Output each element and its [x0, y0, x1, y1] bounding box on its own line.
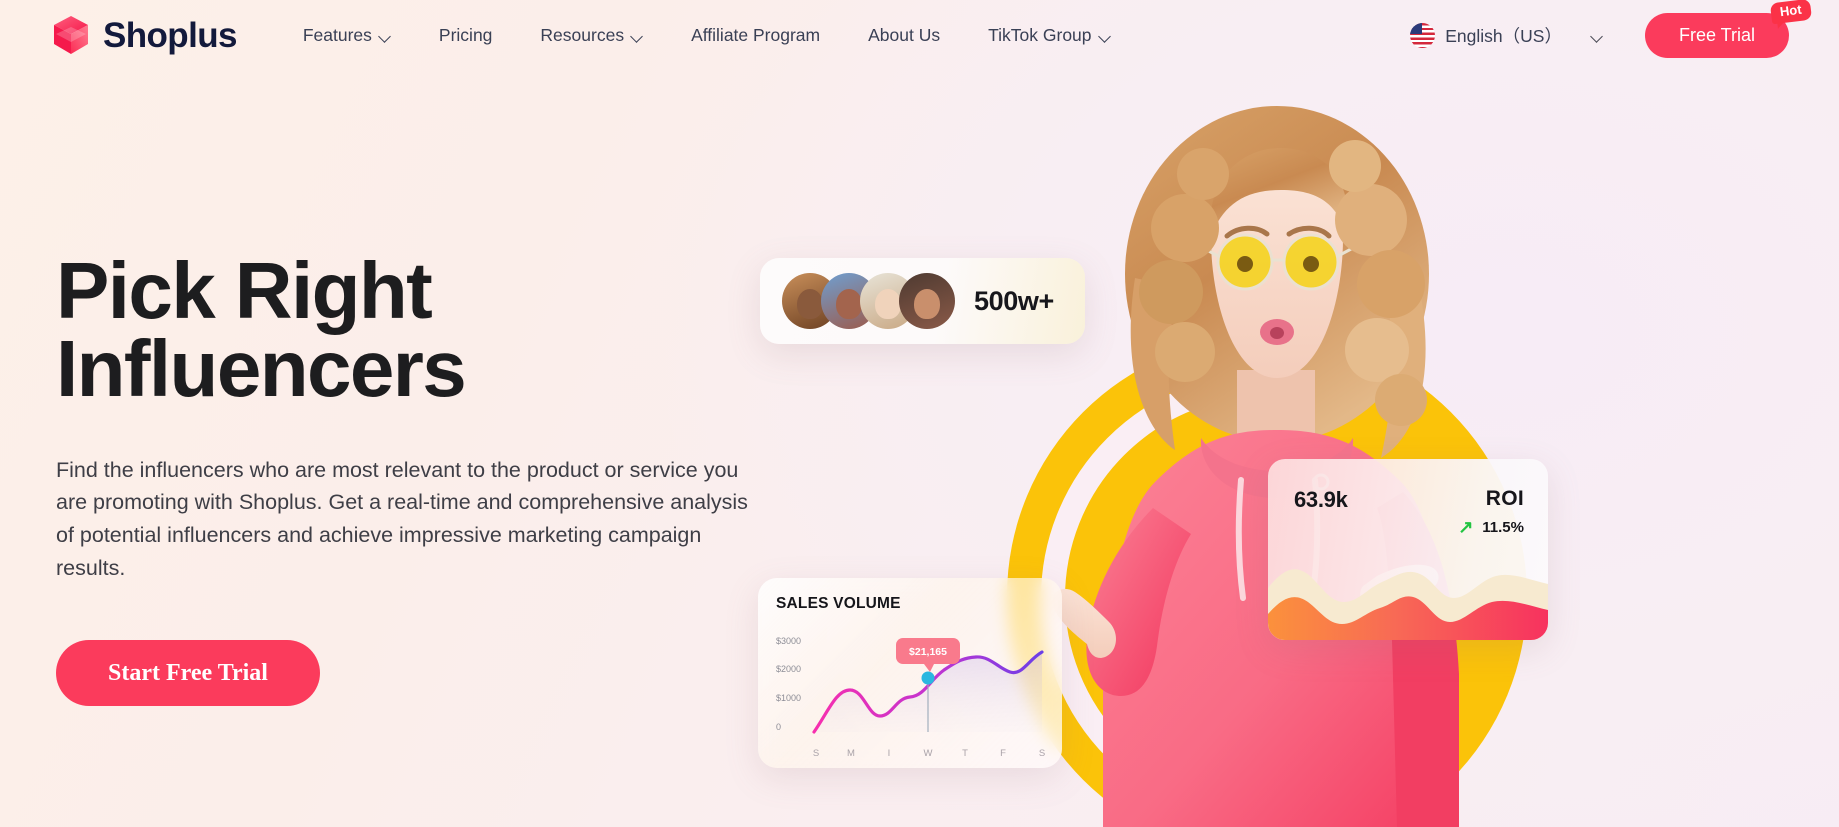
brand-name: Shoplus	[103, 15, 237, 55]
arrow-up-right-icon: ↗	[1458, 517, 1474, 537]
nav-item-affiliate-program[interactable]: Affiliate Program	[691, 25, 820, 46]
x-tick-6: S	[1039, 748, 1045, 759]
chevron-down-icon	[1592, 31, 1603, 42]
hero-visual: 500w+ SALES VOLUME $3000 $2000 $1000 0 $…	[758, 0, 1839, 827]
nav-item-features[interactable]: Features	[303, 25, 391, 46]
avatar	[899, 273, 955, 329]
nav-label: TikTok Group	[988, 24, 1092, 45]
hero-copy: Pick Right Influencers Find the influenc…	[56, 251, 776, 707]
chevron-down-icon	[1100, 31, 1111, 42]
avatars-stat-card: 500w+	[760, 258, 1085, 344]
x-tick-3: W	[924, 748, 933, 759]
x-tick-2: I	[888, 748, 891, 759]
main-nav: Features Pricing Resources Affiliate Pro…	[303, 25, 1111, 46]
chart-tooltip-label: $21,165	[909, 646, 947, 658]
shoplus-logo-icon	[50, 13, 92, 57]
roi-label: ROI	[1485, 487, 1524, 510]
avatar-count-label: 500w+	[974, 285, 1054, 316]
nav-item-pricing[interactable]: Pricing	[439, 25, 493, 46]
site-header: Shoplus Features Pricing Resources Affil…	[0, 0, 1839, 70]
roi-delta-value: 11.5%	[1482, 518, 1524, 536]
avatar-group	[782, 273, 955, 329]
roi-stat-card: 63.9k ROI ↗ 11.5%	[1268, 459, 1548, 640]
nav-item-resources[interactable]: Resources	[540, 25, 643, 46]
nav-label: Pricing	[438, 24, 493, 45]
hot-badge: Hot	[1770, 0, 1813, 25]
headline-line-2: Influencers	[56, 324, 467, 414]
chevron-down-icon	[632, 31, 643, 42]
sales-volume-card: SALES VOLUME $3000 $2000 $1000 0 $21,165…	[758, 578, 1062, 768]
start-free-trial-button[interactable]: Start Free Trial	[56, 640, 320, 707]
y-tick-1000: $1000	[776, 693, 801, 703]
us-flag-icon	[1410, 22, 1436, 48]
y-tick-3000: $3000	[776, 636, 801, 646]
hero-description: Find the influencers who are most releva…	[56, 457, 748, 580]
chart-highlight-dot	[921, 671, 935, 685]
header-actions: English（US） Free Trial Hot	[1410, 0, 1813, 58]
chevron-down-icon	[380, 31, 391, 42]
nav-item-tiktok-group[interactable]: TikTok Group	[988, 25, 1110, 46]
y-tick-0: 0	[776, 722, 781, 732]
nav-item-about-us[interactable]: About Us	[868, 25, 940, 46]
roi-value: 63.9k	[1294, 487, 1348, 512]
sales-volume-chart: $3000 $2000 $1000 0 $21,165 S M I W T F …	[758, 620, 1062, 768]
brand-logo[interactable]: Shoplus	[50, 13, 237, 57]
headline-line-1: Pick Right	[56, 246, 433, 335]
x-tick-0: S	[813, 748, 819, 759]
roi-wave-chart	[1268, 558, 1548, 640]
x-tick-5: F	[1000, 748, 1006, 759]
language-label: English（US）	[1445, 25, 1562, 46]
free-trial-wrap: Free Trial Hot	[1644, 0, 1813, 58]
nav-label: Features	[302, 24, 372, 45]
hero-page: Shoplus Features Pricing Resources Affil…	[0, 0, 1839, 827]
language-selector[interactable]: English（US）	[1410, 22, 1603, 48]
nav-label: Resources	[540, 24, 625, 45]
page-title: Pick Right Influencers	[56, 251, 776, 409]
y-tick-2000: $2000	[776, 664, 801, 674]
x-tick-1: M	[847, 748, 855, 759]
nav-label: Affiliate Program	[691, 24, 821, 45]
nav-label: About Us	[868, 24, 941, 45]
sales-volume-title: SALES VOLUME	[776, 595, 901, 612]
influencer-portrait	[1025, 78, 1525, 827]
x-tick-4: T	[962, 748, 968, 759]
free-trial-button[interactable]: Free Trial	[1644, 12, 1789, 58]
